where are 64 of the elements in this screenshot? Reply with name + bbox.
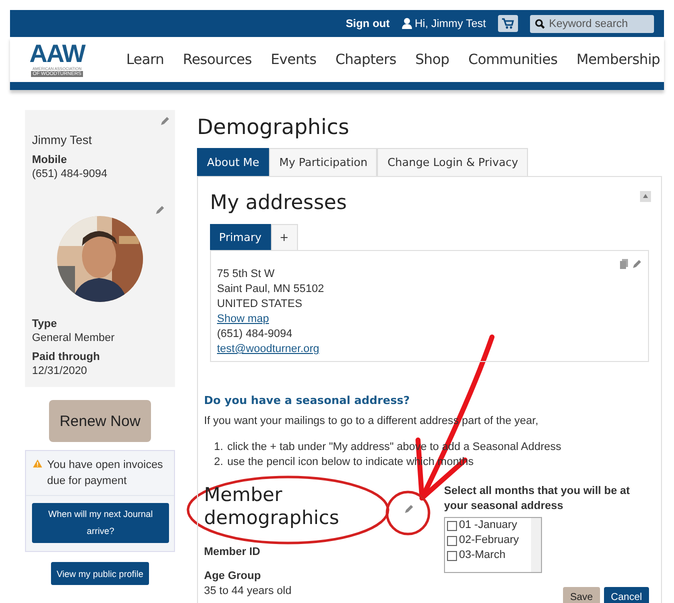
field-label: Member ID [204,546,262,558]
nav-link[interactable]: Membership [576,52,660,68]
pencil-icon[interactable] [632,259,642,269]
notice-text: You have open invoices due for payment [47,458,164,489]
sign-out-link[interactable]: Sign out [346,18,390,30]
months-list[interactable]: 01 -January 02-February 03-March [444,517,542,573]
member-name: Jimmy Test [32,133,93,147]
field-value: 12/31/2020 [32,365,88,377]
months-prompt: Select all months that you will be at your seasonal address [444,484,631,514]
month-option[interactable]: 01 -January [459,518,518,533]
section-heading: Do you have a seasonal address? [204,394,411,407]
checkbox[interactable] [447,550,457,560]
public-profile-button[interactable]: View my public profile [50,562,150,585]
edit-icon[interactable] [155,205,165,215]
show-map-link[interactable]: Show map [217,313,269,325]
cart-button[interactable] [498,15,518,32]
greeting[interactable]: Hi, Jimmy Test [414,18,486,30]
tab[interactable]: Change Login & Privacy [377,148,528,176]
annotation-circle [386,490,430,536]
address-tab[interactable]: + [270,224,298,250]
nav-link[interactable]: Events [270,52,316,68]
search-icon [535,18,545,28]
copy-icon[interactable] [620,259,628,269]
month-option[interactable]: 03-March [459,548,506,563]
field-label: Paid through [32,351,101,363]
search-field[interactable]: Keyword search [530,14,654,32]
field-label: Mobile [32,154,68,166]
cart-icon [502,18,514,29]
email-link[interactable]: test@woodturner.org [217,343,320,355]
cancel-button[interactable]: Cancel [604,587,649,603]
edit-icon[interactable] [160,116,170,126]
month-option[interactable]: 02-February [459,533,519,548]
edit-icon[interactable] [404,504,414,514]
section-title: Member demographics [204,484,340,530]
checkbox[interactable] [447,520,457,530]
page-title: Demographics [197,115,350,139]
step-number: 2. [214,455,224,470]
address-line: Saint Paul, MN 55102 [217,282,326,296]
user-icon [402,18,412,29]
field-label: Age Group [204,570,262,582]
nav-link[interactable]: Shop [415,52,450,68]
field-label: Type [32,318,58,330]
field-value: General Member [32,332,116,344]
renew-button[interactable]: Renew Now [49,400,151,442]
phone-number: (651) 484-9094 [217,327,294,341]
field-value: 35 to 44 years old [204,585,292,597]
nav-link[interactable]: Chapters [335,52,396,68]
address-line: UNITED STATES [217,297,304,311]
nav-link[interactable]: Resources [182,52,252,68]
field-value: (651) 484-9094 [32,168,108,180]
section-title: My addresses [210,190,347,214]
tab[interactable]: My Participation [269,148,378,176]
collapse-icon[interactable] [640,191,651,202]
warning-icon [33,457,42,470]
checkbox[interactable] [447,536,457,546]
nav-link[interactable]: Communities [468,52,558,68]
journal-button[interactable]: When will my next Journal arrive? [32,503,169,543]
tab[interactable]: About Me [197,148,270,176]
address-line: 75 5th St W [217,267,276,281]
save-button[interactable]: Save [563,587,600,603]
address-tab[interactable]: Primary [210,224,271,250]
nav-link[interactable]: Learn [126,52,164,68]
scrollbar[interactable] [531,518,541,572]
step-number: 1. [214,440,224,455]
